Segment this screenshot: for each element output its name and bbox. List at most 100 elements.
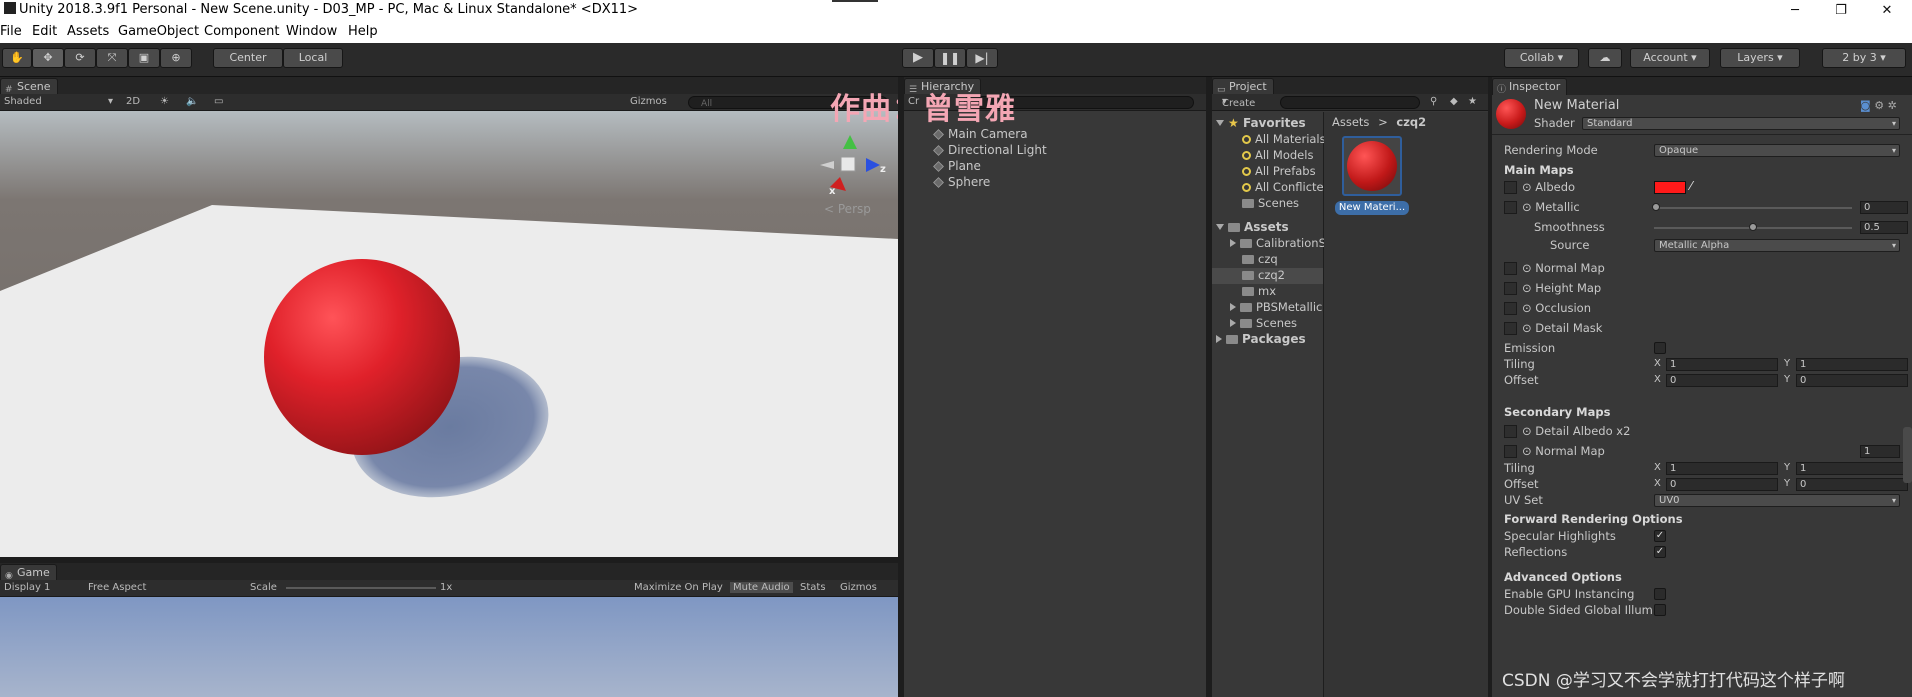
stats-toggle[interactable]: Stats [800, 582, 826, 593]
shading-dropdown[interactable]: Shaded [4, 96, 42, 107]
filter-label-icon[interactable]: ◆ [1450, 96, 1458, 107]
gpu-instancing-checkbox[interactable] [1654, 588, 1666, 600]
metallic-slider-knob[interactable] [1652, 203, 1660, 211]
hierarchy-item[interactable]: Directional Light [904, 143, 1206, 159]
play-button[interactable]: ▶ [902, 48, 934, 68]
favorite-item[interactable]: Scenes [1212, 196, 1323, 212]
assets-node[interactable]: Assets [1212, 220, 1323, 236]
menu-help[interactable]: Help [348, 24, 378, 39]
pivot-center-button[interactable]: Center [213, 48, 283, 68]
breadcrumb-czq2[interactable]: czq2 [1396, 115, 1426, 129]
display-dropdown[interactable]: Display 1 [4, 582, 50, 593]
game-gizmos-dropdown[interactable]: Gizmos [840, 582, 877, 593]
offset2-y-field[interactable]: 0 [1796, 478, 1908, 491]
inspector-scrollbar[interactable] [1903, 427, 1912, 483]
reflections-checkbox[interactable]: ✓ [1654, 546, 1666, 558]
menu-file[interactable]: File [0, 24, 22, 39]
tab-scene[interactable]: # Scene [0, 78, 58, 95]
scale-tool-icon[interactable]: ⤧ [96, 48, 128, 68]
metallic-slider[interactable] [1654, 207, 1852, 209]
scene-viewport[interactable]: z x < Persp [0, 111, 898, 557]
help-icon[interactable]: ◙ [1860, 99, 1871, 112]
menu-gameobject[interactable]: GameObject [118, 24, 199, 39]
hierarchy-item[interactable]: Sphere [904, 175, 1206, 191]
maximize-button[interactable]: ❐ [1818, 0, 1864, 21]
folder-item[interactable]: czq [1212, 252, 1323, 268]
favorite-item[interactable]: All Prefabs [1212, 164, 1323, 180]
cloud-icon[interactable]: ☁ [1588, 48, 1622, 68]
filter-type-icon[interactable]: ⚲ [1430, 96, 1437, 107]
gear-icon[interactable]: ✲ [1888, 99, 1897, 112]
packages-node[interactable]: Packages [1212, 332, 1323, 348]
collab-button[interactable]: Collab ▾ [1504, 48, 1579, 68]
double-sided-gi-checkbox[interactable] [1654, 604, 1666, 616]
favorite-item[interactable]: All Conflicte [1212, 180, 1324, 196]
gizmos-dropdown[interactable]: Gizmos [630, 96, 667, 107]
height-map-slot[interactable] [1504, 282, 1517, 295]
effects-toggle-icon[interactable]: ▭ [214, 96, 223, 107]
smoothness-field[interactable]: 0.5 [1860, 221, 1908, 234]
step-button[interactable]: ▶| [966, 48, 998, 68]
favorites-node[interactable]: ★ Favorites [1212, 116, 1323, 132]
material-thumbnail[interactable] [1342, 136, 1402, 196]
layers-dropdown[interactable]: Layers ▾ [1720, 48, 1800, 68]
project-create-button[interactable]: Create ▾ [1222, 96, 1255, 109]
lighting-toggle-icon[interactable]: ☀ [160, 96, 169, 107]
detail-albedo-slot[interactable] [1504, 425, 1517, 438]
pivot-local-button[interactable]: Local [283, 48, 343, 68]
asset-item-label[interactable]: New Materi... [1335, 201, 1409, 215]
metallic-field[interactable]: 0 [1860, 201, 1908, 214]
hand-tool-icon[interactable]: ✋ [2, 48, 32, 68]
menu-component[interactable]: Component [204, 24, 279, 39]
splitter[interactable] [0, 557, 898, 563]
maximize-on-play-toggle[interactable]: Maximize On Play [634, 582, 723, 593]
uv-set-dropdown[interactable]: UV0 [1654, 494, 1900, 507]
tab-project[interactable]: ▭ Project [1212, 78, 1274, 95]
menu-window[interactable]: Window [286, 24, 337, 39]
mute-audio-toggle[interactable]: Mute Audio [730, 582, 793, 593]
albedo-color-swatch[interactable] [1654, 181, 1686, 194]
folder-item[interactable]: mx [1212, 284, 1323, 300]
occlusion-slot[interactable] [1504, 302, 1517, 315]
tab-game[interactable]: ◉ Game [0, 564, 57, 581]
rect-tool-icon[interactable]: ▣ [128, 48, 160, 68]
favorite-item[interactable]: All Materials [1212, 132, 1326, 148]
layout-dropdown[interactable]: 2 by 3 ▾ [1822, 48, 1906, 68]
folder-item[interactable]: PBSMetallic [1212, 300, 1323, 316]
favorite-item[interactable]: All Models [1212, 148, 1323, 164]
menu-edit[interactable]: Edit [32, 24, 57, 39]
folder-item[interactable]: Scenes [1212, 316, 1323, 332]
menu-assets[interactable]: Assets [67, 24, 109, 39]
emission-checkbox[interactable] [1654, 342, 1666, 354]
offset-y-field[interactable]: 0 [1796, 374, 1908, 387]
mode-2d-button[interactable]: 2D [126, 96, 140, 107]
tiling2-y-field[interactable]: 1 [1796, 462, 1908, 475]
offset-x-field[interactable]: 0 [1666, 374, 1778, 387]
offset2-x-field[interactable]: 0 [1666, 478, 1778, 491]
hierarchy-item[interactable]: Plane [904, 159, 1206, 175]
tiling2-x-field[interactable]: 1 [1666, 462, 1778, 475]
audio-toggle-icon[interactable]: 🔈 [186, 96, 198, 107]
pause-button[interactable]: ❚❚ [934, 48, 966, 68]
albedo-texture-slot[interactable] [1504, 181, 1517, 194]
scale-slider[interactable] [286, 587, 436, 589]
detail-mask-slot[interactable] [1504, 322, 1517, 335]
breadcrumb-assets[interactable]: Assets [1332, 115, 1369, 129]
minimize-button[interactable]: ─ [1772, 0, 1818, 21]
tab-inspector[interactable]: ⓘ Inspector [1492, 78, 1568, 95]
shader-dropdown[interactable]: Standard [1582, 117, 1900, 130]
normal-map-slot[interactable] [1504, 262, 1517, 275]
transform-tool-icon[interactable]: ⊕ [160, 48, 192, 68]
rendering-mode-dropdown[interactable]: Opaque [1654, 144, 1900, 157]
account-dropdown[interactable]: Account ▾ [1630, 48, 1710, 68]
persp-label[interactable]: < Persp [824, 202, 871, 216]
aspect-dropdown[interactable]: Free Aspect [88, 582, 146, 593]
move-tool-icon[interactable]: ✥ [32, 48, 64, 68]
normal-map2-slot[interactable] [1504, 445, 1517, 458]
splitter[interactable] [898, 77, 904, 697]
source-dropdown[interactable]: Metallic Alpha [1654, 239, 1900, 252]
close-button[interactable]: ✕ [1864, 0, 1910, 21]
tiling-y-field[interactable]: 1 [1796, 358, 1908, 371]
settings-icon[interactable]: ⚙ [1874, 99, 1884, 112]
smoothness-slider-knob[interactable] [1749, 223, 1757, 231]
